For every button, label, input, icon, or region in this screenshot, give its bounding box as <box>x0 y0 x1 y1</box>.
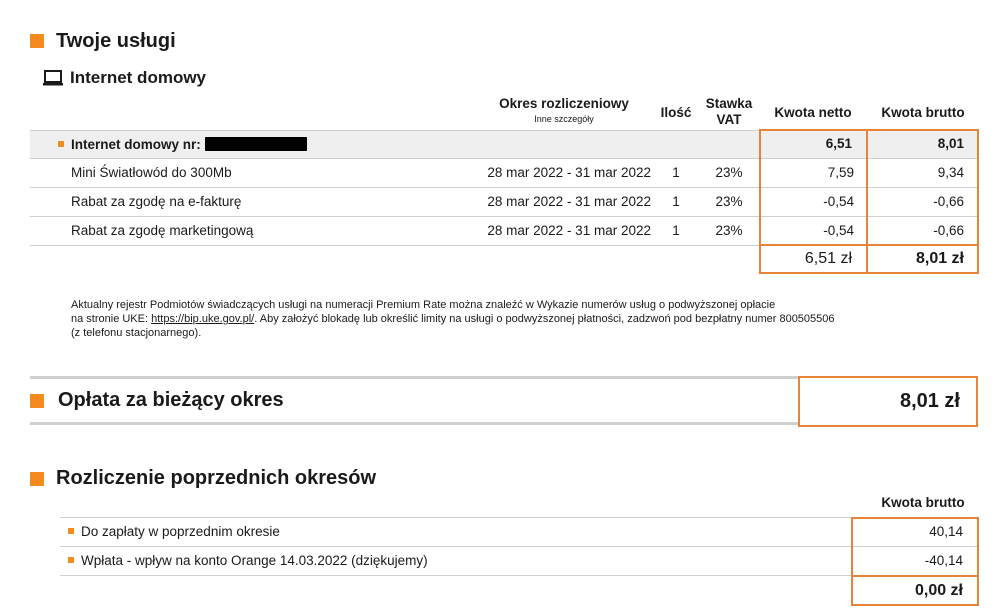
laptop-icon <box>43 70 63 86</box>
previous-periods-heading: Rozliczenie poprzednich okresów <box>30 467 376 490</box>
header-period-sub: Inne szczegóły <box>534 114 594 124</box>
previous-total: 0,00 zł <box>914 582 963 599</box>
previous-row-label: Do zapłaty w poprzednim okresie <box>81 524 280 539</box>
group-net: 6,51 <box>825 136 852 151</box>
bullet-marker <box>68 557 74 564</box>
bullet-marker <box>68 528 74 535</box>
row-name: Mini Światłowód do 300Mb <box>71 165 232 180</box>
premium-rate-notice: Aktualny rejestr Podmiotów świadczących … <box>71 299 835 339</box>
list-item: Do zapłaty w poprzednim okresie <box>60 518 978 547</box>
section-title: Twoje usługi <box>56 29 176 52</box>
row-vat: 23% <box>715 194 743 209</box>
header-gross: Kwota brutto <box>881 105 965 120</box>
orange-square-marker <box>30 34 44 48</box>
row-name: Rabat za zgodę na e-fakturę <box>71 194 242 209</box>
row-qty: 1 <box>672 223 680 238</box>
row-period: 28 mar 2022 - 31 mar 2022 <box>487 194 651 209</box>
row-period: 28 mar 2022 - 31 mar 2022 <box>487 223 651 238</box>
previous-row-label: Wpłata - wpływ na konto Orange 14.03.202… <box>81 553 428 568</box>
bullet-marker <box>58 141 64 148</box>
header-net: Kwota netto <box>774 105 852 120</box>
list-item: Wpłata - wpływ na konto Orange 14.03.202… <box>60 547 978 576</box>
group-label: Internet domowy nr: <box>71 137 201 152</box>
row-qty: 1 <box>672 194 680 209</box>
section-services-heading: Twoje usługi <box>30 30 176 52</box>
row-qty: 1 <box>672 165 680 180</box>
row-name: Rabat za zgodę marketingową <box>71 223 254 238</box>
previous-periods-title: Rozliczenie poprzednich okresów <box>56 467 377 489</box>
redacted-number <box>204 137 307 152</box>
total-net: 6,51 zł <box>804 250 852 267</box>
internet-heading: Internet domowy <box>42 68 206 88</box>
current-period-amount: 8,01 zł <box>899 390 960 412</box>
group-gross: 8,01 <box>937 136 964 151</box>
orange-square-marker <box>30 471 44 486</box>
row-vat: 23% <box>715 165 743 180</box>
uke-link[interactable]: https://bip.uke.gov.pl/ <box>151 313 254 325</box>
row-period: 28 mar 2022 - 31 mar 2022 <box>487 165 651 180</box>
previous-header-gross: Kwota brutto <box>881 495 965 510</box>
header-vat: Stawka VAT <box>705 96 753 127</box>
current-period-label: Opłata za bieżący okres <box>58 389 284 411</box>
header-period: Okres rozliczeniowy Inne szczegóły <box>478 96 650 126</box>
previous-row-amount: 40,14 <box>929 524 963 539</box>
header-qty: Ilość <box>660 105 692 120</box>
row-vat: 23% <box>715 223 743 238</box>
orange-square-marker <box>30 393 44 408</box>
previous-row-amount: -40,14 <box>924 553 963 568</box>
internet-title: Internet domowy <box>70 68 207 87</box>
total-gross: 8,01 zł <box>915 250 964 267</box>
